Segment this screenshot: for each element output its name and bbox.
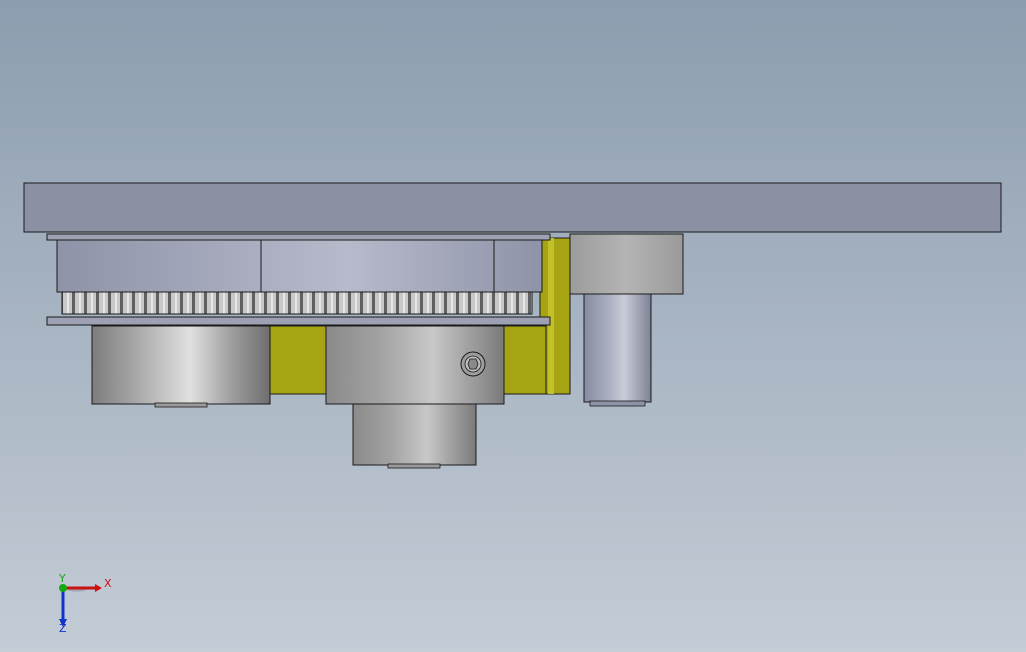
right-mounting-block[interactable] bbox=[569, 233, 684, 295]
base-plate[interactable] bbox=[23, 182, 1002, 233]
left-hub[interactable] bbox=[91, 325, 271, 408]
set-screw-icon bbox=[460, 351, 486, 377]
triad-label-y: Y bbox=[58, 572, 66, 585]
belt-pulley-assembly[interactable] bbox=[46, 233, 551, 326]
cad-viewport[interactable]: X Y Z bbox=[0, 0, 1026, 652]
y-axis-dot-icon bbox=[59, 584, 67, 592]
triad-label-x: X bbox=[104, 577, 112, 590]
lower-shaft[interactable] bbox=[352, 403, 477, 469]
triad-label-z: Z bbox=[59, 622, 67, 635]
locating-pin[interactable] bbox=[583, 293, 652, 407]
center-hub[interactable] bbox=[325, 325, 505, 405]
timing-belt-teeth bbox=[61, 291, 533, 315]
